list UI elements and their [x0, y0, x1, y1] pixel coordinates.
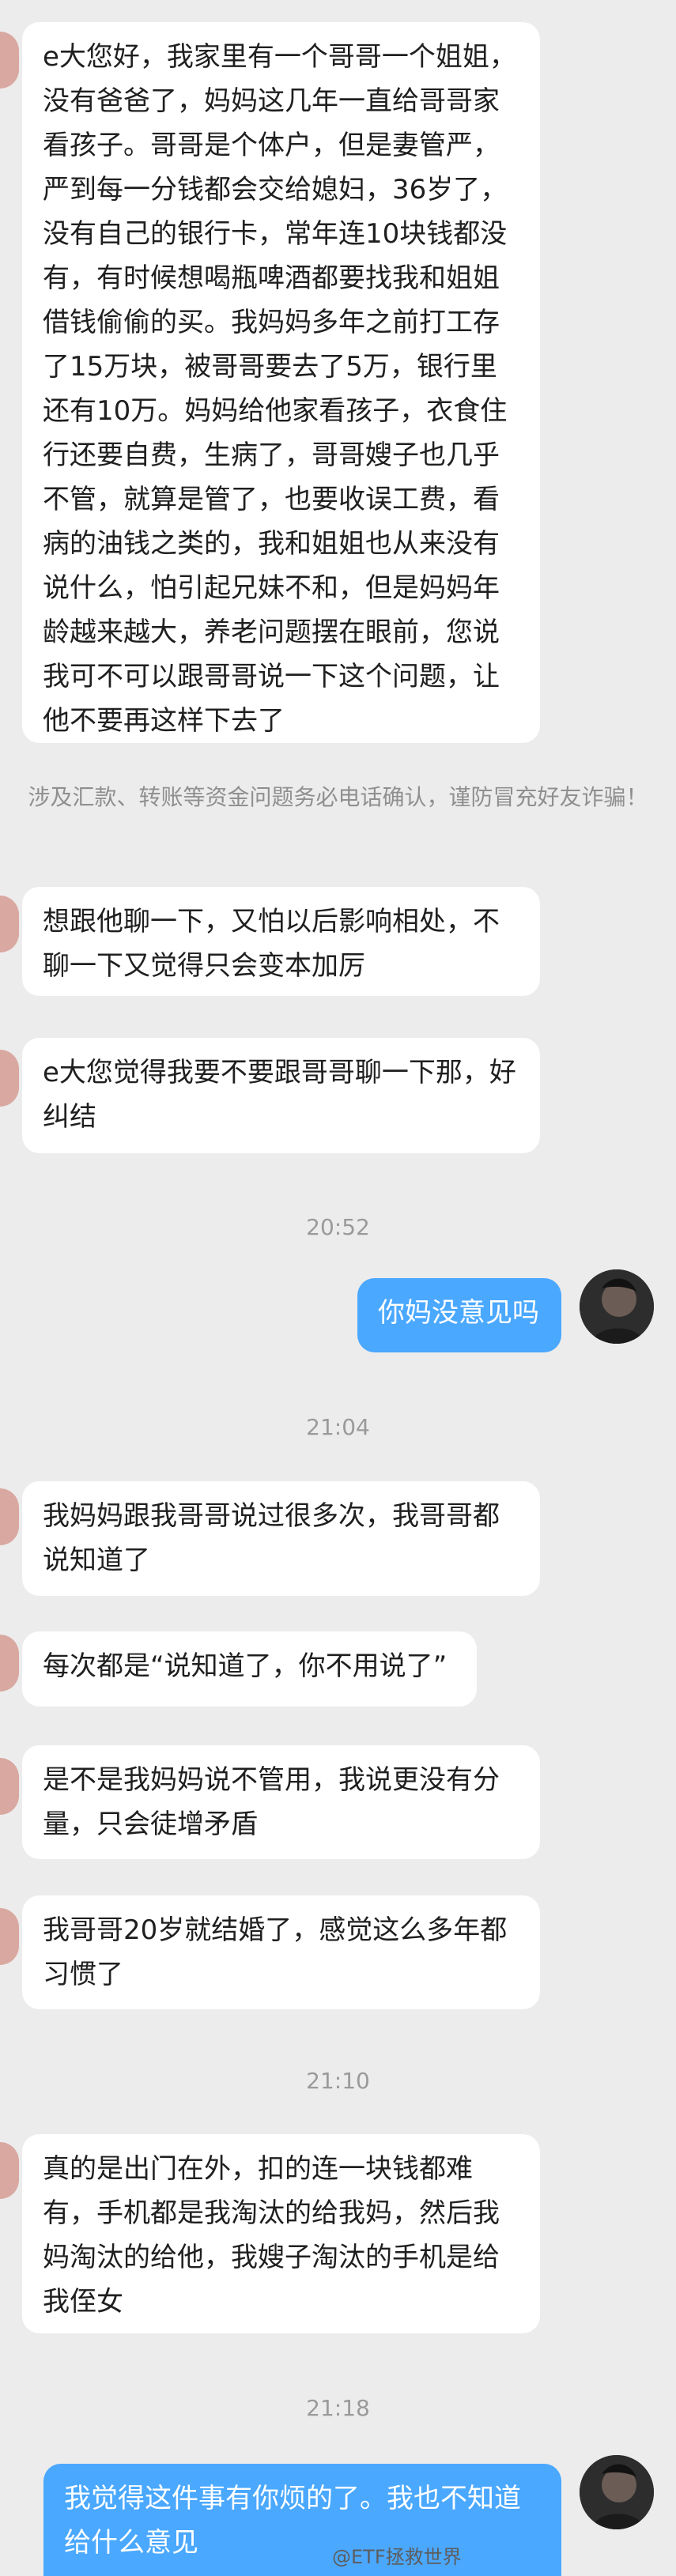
timestamp: 21:04 [306, 1414, 370, 1440]
message-bubble: e大您觉得我要不要跟哥哥聊一下那，好纠结 [22, 1038, 540, 1153]
avatar-silhouette-icon [580, 1269, 654, 1344]
message-bubble: 是不是我妈妈说不管用，我说更没有分量，只会徒增矛盾 [22, 1745, 540, 1859]
timestamp: 20:52 [306, 1214, 370, 1240]
message-bubble: 我觉得这件事有你烦的了。我也不知道给什么意见 [43, 2464, 561, 2576]
message-bubble: 想跟他聊一下，又怕以后影响相处，不聊一下又觉得只会变本加厉 [22, 887, 540, 996]
contact-avatar[interactable] [0, 1908, 19, 1965]
user-avatar[interactable] [580, 1269, 654, 1344]
contact-avatar[interactable] [0, 1050, 19, 1107]
message-bubble: 每次都是“说知道了，你不用说了” [22, 1631, 477, 1707]
contact-avatar[interactable] [0, 1635, 19, 1692]
contact-avatar[interactable] [0, 896, 19, 952]
contact-avatar[interactable] [0, 1488, 19, 1545]
security-notice: 涉及汇款、转账等资金问题务必电话确认，谨防冒充好友诈骗！ [28, 784, 648, 810]
message-bubble: 我妈妈跟我哥哥说过很多次，我哥哥都说知道了 [22, 1481, 540, 1596]
user-avatar[interactable] [580, 2455, 654, 2529]
contact-avatar[interactable] [0, 2142, 19, 2199]
avatar-silhouette-icon [580, 2455, 654, 2529]
message-bubble: 我哥哥20岁就结婚了，感觉这么多年都习惯了 [22, 1895, 540, 2009]
watermark: @ETF拯救世界 [332, 2546, 462, 2568]
timestamp: 21:18 [306, 2395, 370, 2421]
timestamp: 21:10 [306, 2068, 370, 2094]
message-bubble: 你妈没意见吗 [357, 1278, 561, 1352]
message-bubble: e大您好，我家里有一个哥哥一个姐姐，没有爸爸了，妈妈这几年一直给哥哥家看孩子。哥… [22, 22, 540, 743]
contact-avatar[interactable] [0, 1758, 19, 1815]
contact-avatar[interactable] [0, 32, 19, 89]
message-bubble: 真的是出门在外，扣的连一块钱都难有，手机都是我淘汰的给我妈，然后我妈淘汰的给他，… [22, 2134, 540, 2333]
